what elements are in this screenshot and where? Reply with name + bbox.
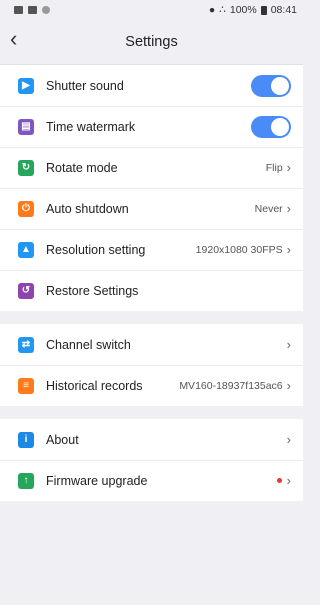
- nav-bar: ‹ Settings: [0, 20, 303, 65]
- chevron-right-icon: ›: [286, 473, 291, 488]
- battery-icon: [260, 5, 267, 15]
- speaker-icon: ▶: [18, 77, 34, 94]
- row-firmware-upgrade[interactable]: ↑ Firmware upgrade ›: [0, 460, 303, 501]
- clock: 08:41: [270, 4, 297, 16]
- row-resolution-setting[interactable]: ▲ Resolution setting 1920x1080 30FPS ›: [0, 229, 303, 270]
- chevron-right-icon: ›: [286, 432, 291, 447]
- settings-group-general: ▶ Shutter sound ▤ Time watermark ↻ Rotate mod…: [0, 65, 303, 311]
- row-restore-settings[interactable]: ↺ Restore Settings: [0, 270, 303, 311]
- time-watermark-label: Time watermark: [46, 119, 136, 134]
- settings-group-info: i About › ↑ Firmware upgrade ›: [0, 419, 303, 501]
- toggle-knob: [271, 117, 289, 136]
- chevron-right-icon: ›: [286, 160, 291, 175]
- resolution-icon: ▲: [18, 241, 34, 258]
- firmware-upgrade-label: Firmware upgrade: [46, 473, 148, 488]
- sync-icon: [42, 6, 50, 14]
- chevron-right-icon: ›: [286, 378, 291, 393]
- battery-level: 100%: [229, 4, 257, 16]
- signal-icon: ∴: [219, 4, 226, 16]
- records-icon: ≡: [18, 377, 34, 394]
- historical-records-label: Historical records: [46, 378, 143, 393]
- status-bar: ● ∴ 100% 08:41: [0, 0, 303, 20]
- settings-group-channel: ⇄ Channel switch › ≡ Historical records MV160…: [0, 324, 303, 406]
- restore-settings-label: Restore Settings: [46, 283, 139, 298]
- row-auto-shutdown[interactable]: ⏻ Auto shutdown Never ›: [0, 188, 303, 229]
- switch-icon: ⇄: [18, 336, 34, 353]
- rotate-icon: ↻: [18, 159, 34, 176]
- image-icon: [28, 6, 37, 14]
- power-icon: ⏻: [18, 200, 34, 217]
- restore-icon: ↺: [18, 282, 34, 299]
- upgrade-icon: ↑: [18, 472, 34, 489]
- resolution-setting-value: 1920x1080 30FPS: [195, 243, 283, 256]
- row-rotate-mode[interactable]: ↻ Rotate mode Flip ›: [0, 147, 303, 188]
- about-label: About: [46, 432, 79, 447]
- chevron-right-icon: ›: [286, 201, 291, 216]
- chevron-right-icon: ›: [286, 337, 291, 352]
- resolution-setting-label: Resolution setting: [46, 242, 146, 257]
- rotate-mode-label: Rotate mode: [46, 160, 118, 175]
- shutter-sound-label: Shutter sound: [46, 78, 124, 93]
- chevron-right-icon: ›: [286, 242, 291, 257]
- row-time-watermark[interactable]: ▤ Time watermark: [0, 106, 303, 147]
- row-about[interactable]: i About ›: [0, 419, 303, 460]
- back-button[interactable]: ‹: [10, 26, 34, 56]
- historical-records-value: MV160-18937f135ac6: [179, 379, 283, 392]
- page-title: Settings: [125, 34, 178, 50]
- rotate-mode-value: Flip: [265, 161, 283, 174]
- auto-shutdown-label: Auto shutdown: [46, 201, 129, 216]
- shutter-sound-toggle[interactable]: [251, 74, 291, 97]
- location-icon: ●: [208, 4, 216, 16]
- channel-switch-label: Channel switch: [46, 337, 131, 352]
- update-dot: [276, 478, 282, 483]
- row-historical-records[interactable]: ≡ Historical records MV160-18937f135ac6 ›: [0, 365, 303, 406]
- time-watermark-icon: ▤: [18, 118, 34, 135]
- time-watermark-toggle[interactable]: [251, 115, 291, 138]
- row-shutter-sound[interactable]: ▶ Shutter sound: [0, 65, 303, 106]
- row-channel-switch[interactable]: ⇄ Channel switch ›: [0, 324, 303, 365]
- notification-icon: [14, 6, 23, 14]
- auto-shutdown-value: Never: [254, 202, 283, 215]
- info-icon: i: [18, 431, 34, 448]
- toggle-knob: [271, 76, 289, 95]
